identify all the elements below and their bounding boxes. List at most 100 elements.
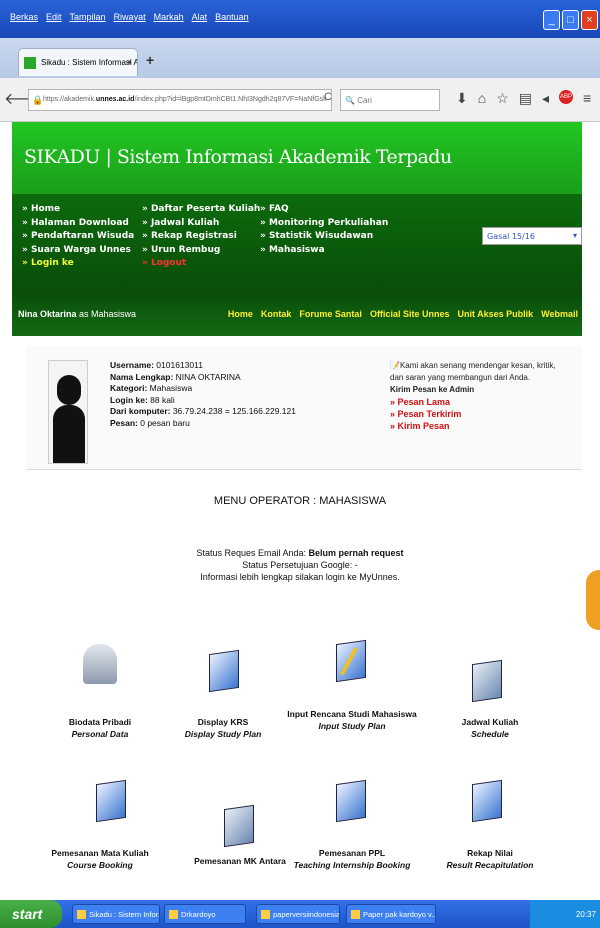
menu-tampilan[interactable]: Tampilan <box>70 12 106 22</box>
url-domain: unnes.ac.id <box>95 96 135 103</box>
info-key: Pesan: <box>110 417 138 428</box>
address-bar[interactable]: 🔒 https://akademik.unnes.ac.id/index.php… <box>28 89 332 111</box>
browser-tab[interactable]: Sikadu : Sistem Informasi Aka... × <box>18 48 138 76</box>
nav-monitoring[interactable]: » Monitoring Perkuliahan <box>260 217 388 231</box>
avatar <box>48 360 88 464</box>
bookmark-star-icon[interactable]: ☆ <box>496 90 509 107</box>
menu-bantuan[interactable]: Bantuan <box>215 12 249 22</box>
nav-login-ke[interactable]: » Login ke <box>22 257 134 271</box>
menu-item-title: Display KRS <box>197 717 249 727</box>
menu-item-title: Input Rencana Studi Mahasiswa <box>287 709 417 719</box>
hamburger-menu-icon[interactable]: ≡ <box>583 90 591 107</box>
taskbar-item-paper-kardoyo[interactable]: Paper pak kardoyo v... <box>346 904 436 924</box>
nav-halaman-download[interactable]: » Halaman Download <box>22 217 134 231</box>
link-unit-akses[interactable]: Unit Akses Publik <box>457 309 533 319</box>
nav-rekap-registrasi[interactable]: » Rekap Registrasi <box>142 230 260 244</box>
taskbar-item-paperversi[interactable]: paperversiindonesia... <box>256 904 340 924</box>
info-value: Mahasiswa <box>147 383 193 393</box>
taskbar-item-drkardoyo[interactable]: Drkardoyo <box>164 904 246 924</box>
nav-daftar-peserta[interactable]: » Daftar Peserta Kuliah <box>142 203 260 217</box>
menu-title: MENU OPERATOR : MAHASISWA <box>213 495 387 507</box>
info-username: Username: 0101613011 <box>110 360 296 372</box>
link-home[interactable]: Home <box>228 309 253 319</box>
info-nama: Nama Lengkap: NINA OKTARINA <box>110 372 296 384</box>
nav-jadwal-kuliah[interactable]: » Jadwal Kuliah <box>142 217 260 231</box>
menu-item-label: Pemesanan Mata Kuliah Course Booking <box>30 847 170 871</box>
taskbar: start Sikadu : Sistem Infor... Drkardoyo… <box>0 900 600 928</box>
menu-edit[interactable]: Edit <box>46 12 62 22</box>
minimize-button[interactable]: _ <box>543 10 560 30</box>
pocket-icon[interactable]: ◂ <box>542 90 549 107</box>
nav-logout[interactable]: » Logout <box>142 257 260 271</box>
profile-info: Username: 0101613011 Nama Lengkap: NINA … <box>110 360 296 429</box>
window-controls: _ □ × <box>543 10 598 30</box>
user-bar: Nina Oktarina as Mahasiswa Home Kontak F… <box>12 296 582 336</box>
nav-mahasiswa[interactable]: » Mahasiswa <box>260 244 388 258</box>
taskbar-item-label: paperversiindonesia... <box>273 910 340 919</box>
nav-suara-warga[interactable]: » Suara Warga Unnes <box>22 244 134 258</box>
menu-alat[interactable]: Alat <box>192 12 208 22</box>
email-status-label: Status Reques Email Anda: <box>196 548 309 558</box>
reload-icon[interactable]: C <box>324 91 332 103</box>
menu-item-subtitle: Input Study Plan <box>318 721 386 731</box>
menu-item-subtitle: Teaching Internship Booking <box>293 860 411 870</box>
search-input[interactable]: 🔍 Cari <box>340 89 440 111</box>
profile-panel: Username: 0101613011 Nama Lengkap: NINA … <box>26 346 582 470</box>
google-status-line: Status Persetujuan Google: - <box>242 560 358 570</box>
nav-pendaftaran-wisuda[interactable]: » Pendaftaran Wisuda <box>22 230 134 244</box>
clipboard-icon[interactable]: ▤ <box>519 90 532 107</box>
main-navigation: » Home » Halaman Download » Pendaftaran … <box>12 194 582 296</box>
note-icon: 📝 <box>390 361 400 370</box>
adblock-icon[interactable]: ABP <box>559 90 574 104</box>
nav-faq[interactable]: » FAQ <box>260 203 388 217</box>
link-pesan-terkirim[interactable]: » Pesan Terkirim <box>390 408 570 420</box>
nav-home[interactable]: » Home <box>22 203 134 217</box>
search-placeholder: Cari <box>357 96 372 105</box>
link-official-site[interactable]: Official Site Unnes <box>370 309 450 319</box>
link-kontak[interactable]: Kontak <box>261 309 292 319</box>
link-kirim-pesan[interactable]: » Kirim Pesan <box>390 420 570 432</box>
download-icon[interactable]: ⬇ <box>456 90 468 107</box>
menu-item-label: Rekap Nilai Result Recapitulation <box>420 847 560 871</box>
link-forume-santai[interactable]: Forume Santai <box>299 309 362 319</box>
book-icon <box>96 779 130 823</box>
menu-berkas[interactable]: Berkas <box>10 12 38 22</box>
menu-riwayat[interactable]: Riwayat <box>114 12 146 22</box>
email-status-line: Status Reques Email Anda: Belum pernah r… <box>0 547 600 559</box>
message-head: Kirim Pesan ke Admin <box>390 385 475 394</box>
close-tab-icon[interactable]: × <box>127 57 132 67</box>
menu-markah[interactable]: Markah <box>154 12 184 22</box>
home-icon[interactable]: ⌂ <box>478 90 486 107</box>
document-icon <box>261 910 270 919</box>
lock-icon: 🔒 <box>32 95 44 105</box>
info-komputer: Dari komputer: 36.79.24.238 = 125.166.22… <box>110 406 296 418</box>
new-tab-button[interactable]: + <box>146 52 154 68</box>
site-banner: SIKADU | Sistem Informasi Akademik Terpa… <box>12 122 582 194</box>
menu-item-subtitle: Display Study Plan <box>184 729 262 739</box>
menu-item-title: Pemesanan MK Antara <box>194 856 286 866</box>
book-icon <box>336 779 370 823</box>
info-value: 88 kali <box>147 394 175 405</box>
start-button[interactable]: start <box>0 900 62 928</box>
navigation-bar: 🡐 🔒 https://akademik.unnes.ac.id/index.p… <box>0 78 600 122</box>
nav-statistik[interactable]: » Statistik Wisudawan <box>260 230 388 244</box>
close-window-button[interactable]: × <box>581 10 598 30</box>
menu-item-label: Pemesanan PPL Teaching Internship Booking <box>282 847 422 871</box>
semester-select[interactable]: Gasal 15/16 ▾ <box>482 227 582 245</box>
info-kategori: Kategori: Mahasiswa <box>110 383 296 395</box>
menu-item-subtitle: Course Booking <box>67 860 133 870</box>
maximize-button[interactable]: □ <box>562 10 579 30</box>
menu-item-label: Biodata Pribadi Personal Data <box>30 716 170 740</box>
message-panel: 📝Kami akan senang mendengar kesan, kriti… <box>390 360 570 432</box>
link-webmail[interactable]: Webmail <box>541 309 578 319</box>
info-value: 36.79.24.238 = 125.166.229.121 <box>170 406 296 416</box>
info-pesan: Pesan: 0 pesan baru <box>110 418 296 430</box>
taskbar-item-sikadu[interactable]: Sikadu : Sistem Infor... <box>72 904 160 924</box>
menu-item-subtitle: Result Recapitulation <box>446 860 534 870</box>
side-widget[interactable] <box>586 570 600 630</box>
message-intro: 📝Kami akan senang mendengar kesan, kriti… <box>390 360 570 384</box>
link-pesan-lama[interactable]: » Pesan Lama <box>390 396 570 408</box>
info-key: Kategori: <box>110 383 148 393</box>
nav-urun-rembug[interactable]: » Urun Rembug <box>142 244 260 258</box>
folder-icon <box>169 910 178 919</box>
